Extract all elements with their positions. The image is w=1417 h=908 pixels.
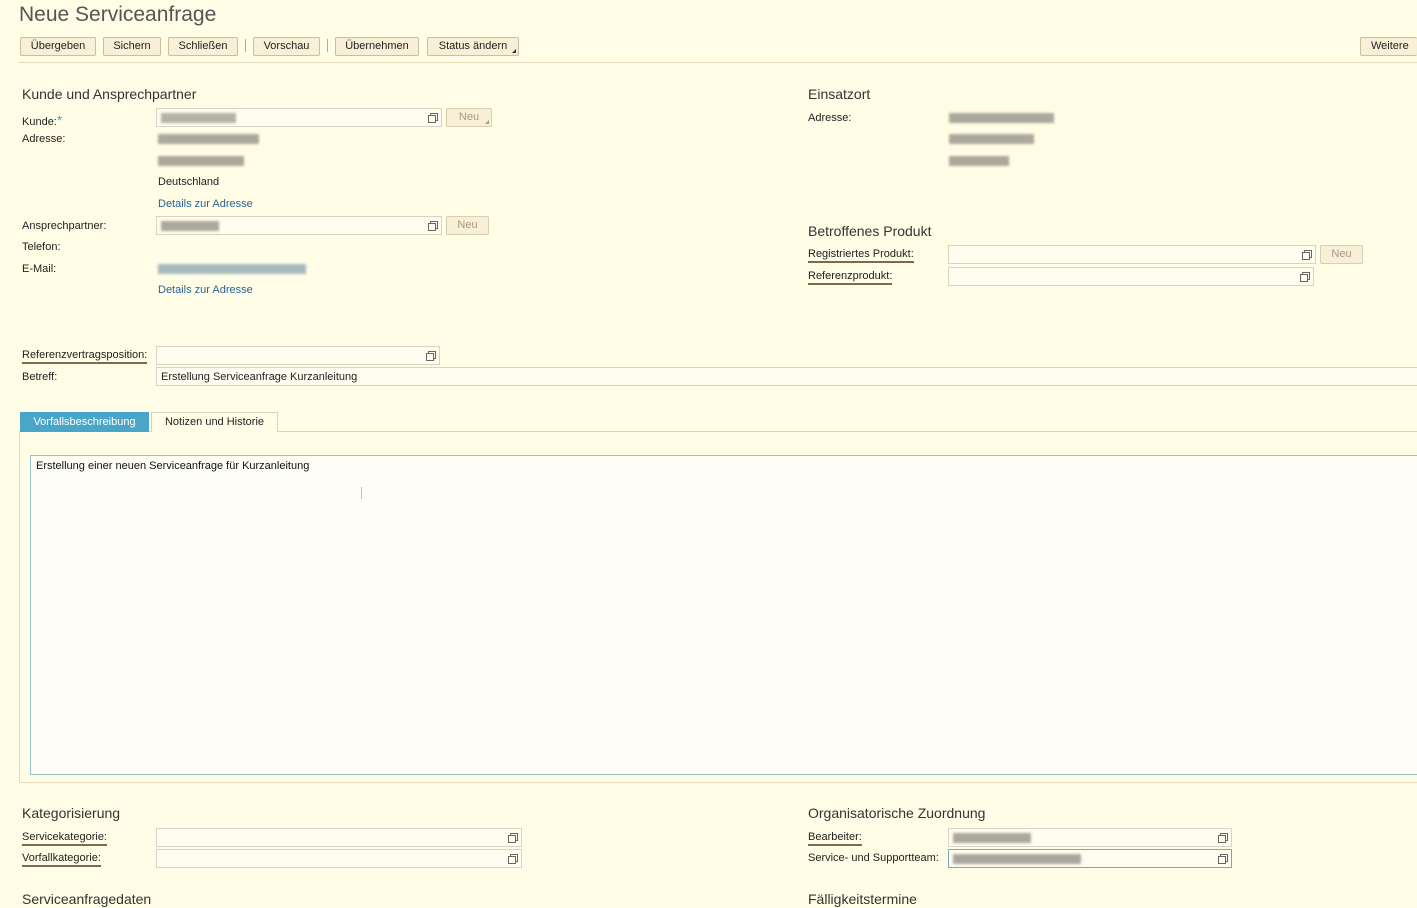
kunde-new-label: Neu bbox=[458, 111, 480, 123]
toolbar-separator bbox=[245, 39, 246, 52]
referenzprodukt-label[interactable]: Referenzprodukt: bbox=[808, 270, 893, 285]
team-input[interactable] bbox=[948, 849, 1232, 868]
value-help-icon[interactable] bbox=[426, 351, 436, 361]
telefon-label: Telefon: bbox=[22, 241, 61, 253]
tab-vorfallsbeschreibung[interactable]: Vorfallsbeschreibung bbox=[20, 412, 149, 432]
address-line-blurred bbox=[158, 134, 259, 144]
vorfallkategorie-input[interactable] bbox=[156, 849, 522, 868]
value-help-icon[interactable] bbox=[428, 221, 438, 231]
value-help-icon[interactable] bbox=[1218, 833, 1228, 843]
kunde-new-button[interactable]: Neu bbox=[446, 108, 492, 127]
customer-section-heading: Kunde und Ansprechpartner bbox=[22, 86, 197, 102]
betreff-input[interactable]: Erstellung Serviceanfrage Kurzanleitung bbox=[156, 367, 1417, 386]
email-label: E-Mail: bbox=[22, 263, 57, 275]
blurred-value bbox=[161, 221, 219, 231]
organisation-heading: Organisatorische Zuordnung bbox=[808, 805, 986, 821]
produkt-heading: Betroffenes Produkt bbox=[808, 223, 932, 239]
registriertes-produkt-input[interactable] bbox=[948, 245, 1316, 264]
adresse-label: Adresse: bbox=[22, 133, 66, 145]
tab-notizen-historie[interactable]: Notizen und Historie bbox=[151, 412, 278, 432]
value-help-icon[interactable] bbox=[1218, 854, 1228, 864]
servicekategorie-input[interactable] bbox=[156, 828, 522, 847]
dropdown-triangle-icon bbox=[485, 120, 489, 124]
more-button[interactable]: Weitere M bbox=[1360, 37, 1417, 56]
required-mark: * bbox=[56, 112, 63, 128]
close-button[interactable]: Schließen bbox=[168, 37, 238, 56]
toolbar-divider bbox=[19, 62, 1417, 63]
einsatzort-line-blurred bbox=[949, 134, 1034, 144]
page-title: Neue Serviceanfrage bbox=[19, 3, 217, 26]
address-line-blurred bbox=[158, 156, 244, 166]
country-value: Deutschland bbox=[158, 176, 220, 188]
kategorisierung-heading: Kategorisierung bbox=[22, 805, 121, 821]
einsatzort-line-blurred bbox=[949, 113, 1054, 123]
servicekategorie-label[interactable]: Servicekategorie: bbox=[22, 831, 107, 846]
description-textarea[interactable]: Erstellung einer neuen Serviceanfrage fü… bbox=[30, 455, 1417, 775]
ansprechpartner-label: Ansprechpartner: bbox=[22, 220, 107, 232]
ansprechpartner-new-button[interactable]: Neu bbox=[446, 216, 489, 235]
text-cursor-icon bbox=[361, 487, 362, 499]
blurred-value bbox=[161, 113, 236, 123]
team-label: Service- und Supportteam: bbox=[808, 852, 939, 864]
faelligkeitstermine-heading: Fälligkeitstermine bbox=[808, 891, 917, 907]
toolbar-separator bbox=[327, 39, 328, 52]
einsatzort-adresse-label: Adresse: bbox=[808, 112, 852, 124]
bearbeiter-label[interactable]: Bearbeiter: bbox=[808, 831, 862, 846]
status-change-label: Status ändern bbox=[438, 40, 508, 52]
einsatzort-heading: Einsatzort bbox=[808, 86, 871, 102]
betreff-label: Betreff: bbox=[22, 371, 58, 383]
registriertes-produkt-label[interactable]: Registriertes Produkt: bbox=[808, 248, 914, 263]
referenzvertragsposition-label[interactable]: Referenzvertragsposition: bbox=[22, 349, 148, 364]
value-help-icon[interactable] bbox=[1302, 250, 1312, 260]
vorfallkategorie-label[interactable]: Vorfallkategorie: bbox=[22, 852, 101, 867]
status-change-button[interactable]: Status ändern bbox=[427, 37, 519, 56]
contact-details-link[interactable]: Details zur Adresse bbox=[158, 284, 253, 296]
einsatzort-line-blurred bbox=[949, 156, 1009, 166]
ansprechpartner-input[interactable] bbox=[156, 216, 442, 235]
value-help-icon[interactable] bbox=[508, 833, 518, 843]
dropdown-triangle-icon bbox=[512, 49, 516, 53]
kunde-label: Kunde:* bbox=[22, 112, 62, 128]
referenzvertragsposition-input[interactable] bbox=[156, 346, 440, 365]
preview-button[interactable]: Vorschau bbox=[253, 37, 320, 56]
email-blurred bbox=[158, 264, 306, 274]
save-button[interactable]: Sichern bbox=[103, 37, 161, 56]
produkt-new-button[interactable]: Neu bbox=[1320, 245, 1363, 264]
value-help-icon[interactable] bbox=[1300, 272, 1310, 282]
apply-button[interactable]: Übernehmen bbox=[335, 37, 419, 56]
kunde-input[interactable] bbox=[156, 108, 442, 127]
submit-button[interactable]: Übergeben bbox=[20, 37, 96, 56]
serviceanfragedaten-heading: Serviceanfragedaten bbox=[22, 891, 152, 907]
referenzprodukt-input[interactable] bbox=[948, 267, 1314, 286]
bearbeiter-input[interactable] bbox=[948, 828, 1232, 847]
value-help-icon[interactable] bbox=[428, 113, 438, 123]
value-help-icon[interactable] bbox=[508, 854, 518, 864]
blurred-value bbox=[953, 833, 1031, 843]
address-details-link[interactable]: Details zur Adresse bbox=[158, 198, 253, 210]
blurred-value bbox=[953, 854, 1081, 864]
kunde-label-text: Kunde: bbox=[22, 116, 57, 128]
